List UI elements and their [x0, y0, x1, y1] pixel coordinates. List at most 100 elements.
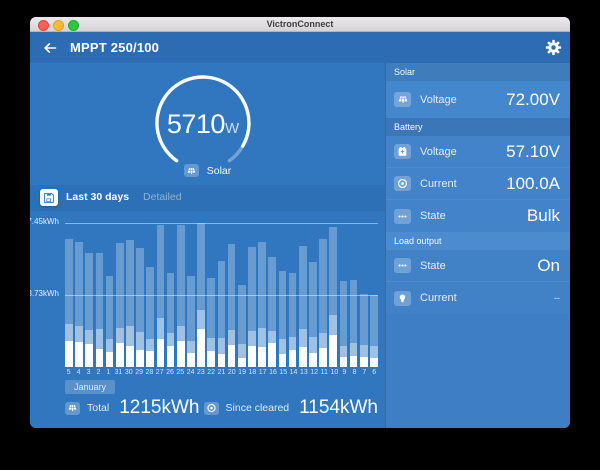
row-value: 57.10V — [506, 142, 560, 162]
segment-middle-light — [157, 318, 165, 339]
totals-row: Total 1215kWh Since cleared 1154kWh — [65, 397, 378, 419]
row-value: -- — [554, 293, 560, 303]
x-tick-label: 27 — [156, 369, 164, 376]
bar-day-18 — [248, 223, 256, 367]
segment-bottom-white — [116, 343, 124, 367]
since-cleared-value: 1154kWh — [299, 397, 378, 419]
bar-day-17 — [258, 223, 266, 367]
segment-middle-light — [197, 310, 205, 329]
segment-middle-light — [299, 329, 307, 347]
bar-day-10 — [329, 223, 337, 367]
segment-middle-light — [289, 337, 297, 349]
back-arrow-icon — [42, 40, 58, 56]
gauge-label: Solar — [207, 165, 232, 177]
segment-bottom-white — [329, 335, 337, 367]
segment-bottom-white — [177, 341, 185, 367]
bar-day-3 — [85, 223, 93, 367]
month-chip[interactable]: January — [65, 380, 115, 394]
x-tick-label: 6 — [371, 369, 378, 376]
segment-top-faint — [248, 247, 256, 330]
row-value: 100.0A — [506, 174, 560, 194]
segment-bottom-white — [207, 351, 215, 368]
battery-voltage-row: Voltage57.10V — [386, 136, 570, 168]
bar-day-31 — [116, 223, 124, 367]
battery-icon — [394, 144, 411, 159]
segment-middle-light — [360, 345, 368, 357]
segment-top-faint — [65, 239, 73, 324]
segment-middle-light — [309, 337, 317, 353]
x-tick-label: 12 — [310, 369, 318, 376]
segment-top-faint — [228, 244, 236, 330]
floppy-save-icon — [43, 192, 55, 204]
x-tick-label: 2 — [95, 369, 102, 376]
segment-bottom-white — [218, 354, 226, 367]
segment-middle-light — [319, 333, 327, 348]
x-tick-label: 15 — [279, 369, 287, 376]
segment-bottom-white — [136, 350, 144, 367]
bar-day-13 — [299, 223, 307, 367]
close-window-button[interactable] — [38, 20, 49, 31]
bar-day-5 — [65, 223, 73, 367]
segment-top-faint — [96, 253, 104, 329]
total-stat: Total 1215kWh — [65, 397, 199, 419]
x-tick-label: 31 — [115, 369, 123, 376]
x-tick-label: 8 — [351, 369, 358, 376]
segment-top-faint — [309, 262, 317, 337]
segment-top-faint — [258, 242, 266, 328]
solar-panel-icon — [394, 92, 411, 107]
bar-day-9 — [340, 223, 348, 367]
segment-bottom-white — [167, 346, 175, 367]
segment-bottom-white — [370, 358, 378, 367]
x-tick-label: 26 — [166, 369, 174, 376]
load-output-current-row: Current-- — [386, 282, 570, 314]
save-chart-button[interactable] — [40, 189, 58, 206]
bar-day-4 — [75, 223, 83, 367]
bulb-icon — [394, 291, 411, 306]
segment-bottom-white — [197, 329, 205, 367]
meter-icon — [394, 176, 411, 191]
meter-icon — [204, 402, 219, 415]
segment-top-faint — [126, 240, 134, 326]
segment-top-faint — [197, 223, 205, 310]
segment-bottom-white — [75, 342, 83, 367]
y-tick-label: 17.45kWh — [30, 217, 59, 226]
segment-top-faint — [370, 295, 378, 346]
segment-bottom-white — [268, 343, 276, 367]
x-tick-label: 9 — [341, 369, 348, 376]
segment-middle-light — [370, 346, 378, 358]
bar-day-21 — [218, 223, 226, 367]
tab-detailed[interactable]: Detailed — [143, 189, 182, 206]
minimize-window-button[interactable] — [53, 20, 64, 31]
x-tick-label: 13 — [300, 369, 308, 376]
back-button[interactable] — [41, 39, 59, 57]
x-tick-label: 10 — [330, 369, 338, 376]
x-tick-label: 24 — [187, 369, 195, 376]
tab-last-30-days[interactable]: Last 30 days — [66, 189, 129, 206]
row-value: 72.00V — [506, 90, 560, 110]
bar-day-8 — [350, 223, 358, 367]
battery-current-row: Current100.0A — [386, 168, 570, 200]
status-sidebar: SolarVoltage72.00VBatteryVoltage57.10VCu… — [385, 63, 570, 428]
power-gauge: 5710W — [148, 71, 258, 179]
segment-top-faint — [360, 294, 368, 345]
segment-middle-light — [238, 344, 246, 358]
segment-middle-light — [228, 330, 236, 345]
segment-middle-light — [136, 332, 144, 349]
segment-bottom-white — [96, 349, 104, 367]
x-tick-label: 19 — [238, 369, 246, 376]
row-value: On — [537, 256, 560, 276]
x-tick-label: 4 — [75, 369, 82, 376]
bar-day-14 — [289, 223, 297, 367]
x-tick-label: 17 — [259, 369, 267, 376]
settings-button[interactable] — [545, 39, 562, 56]
bar-day-12 — [309, 223, 317, 367]
segment-bottom-white — [279, 354, 287, 367]
zoom-window-button[interactable] — [68, 20, 79, 31]
solar-voltage-row: Voltage72.00V — [386, 81, 570, 118]
segment-bottom-white — [360, 357, 368, 367]
since-cleared-label: Since cleared — [226, 402, 290, 414]
row-label: Voltage — [420, 146, 506, 158]
segment-top-faint — [340, 281, 348, 345]
segment-middle-light — [279, 339, 287, 354]
bar-day-7 — [360, 223, 368, 367]
